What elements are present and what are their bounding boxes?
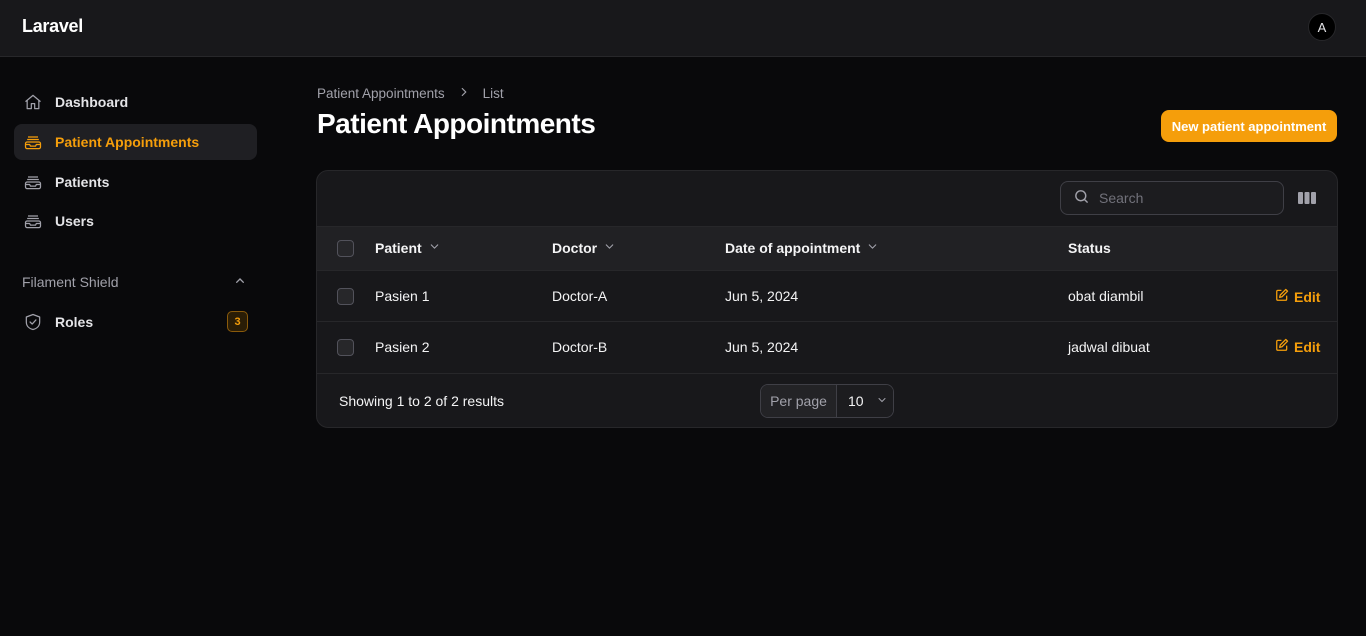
search-field[interactable] [1060,181,1284,215]
inbox-stack-icon [23,211,43,231]
doctor-cell: Doctor-A [552,288,608,304]
home-icon [23,92,43,112]
table-footer: Showing 1 to 2 of 2 results Per page 10 [317,373,1337,427]
edit-button[interactable]: Edit [1275,288,1320,305]
sidebar-item-roles[interactable]: Roles 3 [14,304,257,340]
pencil-square-icon [1275,288,1289,305]
doctor-cell: Doctor-B [552,339,608,355]
date-cell: Jun 5, 2024 [725,288,799,304]
edit-label: Edit [1294,288,1321,305]
pencil-square-icon [1275,338,1289,355]
inbox-stack-icon [23,172,43,192]
select-all-checkbox[interactable] [337,240,354,257]
column-header-label: Patient [375,240,422,256]
sidebar-group-label[interactable]: Filament Shield [22,274,119,290]
search-icon [1073,188,1090,208]
column-header-doctor[interactable]: Doctor [552,240,616,256]
page-title: Patient Appointments [317,108,596,139]
per-page-dropdown[interactable]: 10 [837,385,893,417]
table-row[interactable]: Pasien 2 Doctor-B Jun 5, 2024 jadwal dib… [317,321,1337,373]
table-header: Patient Doctor Date of appointment Statu… [317,226,1337,270]
date-cell: Jun 5, 2024 [725,339,799,355]
per-page-value: 10 [848,393,864,409]
chevron-down-icon [866,240,879,256]
columns-toggle-icon[interactable] [1297,189,1317,207]
column-header-label: Doctor [552,240,598,256]
appointments-table: Patient Doctor Date of appointment Statu… [316,170,1338,428]
breadcrumb: Patient Appointments List [317,85,504,102]
status-cell: jadwal dibuat [1068,339,1150,355]
shield-check-icon [23,312,43,332]
chevron-down-icon [876,393,888,409]
sidebar-item-label: Patients [55,174,110,190]
sidebar-item-patient-appointments[interactable]: Patient Appointments [14,124,257,160]
per-page-label: Per page [761,385,837,417]
search-input[interactable] [1099,190,1269,206]
breadcrumb-current: List [482,86,504,101]
row-checkbox[interactable] [337,288,354,305]
sidebar-item-users[interactable]: Users [14,203,257,239]
row-checkbox[interactable] [337,339,354,356]
sidebar-item-dashboard[interactable]: Dashboard [14,84,257,120]
chevron-down-icon [603,240,616,256]
status-cell: obat diambil [1068,288,1144,304]
chevron-up-icon[interactable] [232,273,248,289]
column-header-patient[interactable]: Patient [375,240,441,256]
chevron-down-icon [428,240,441,256]
new-patient-appointment-button[interactable]: New patient appointment [1161,110,1337,142]
sidebar-item-label: Patient Appointments [55,134,200,150]
sidebar-item-label: Roles [55,314,94,330]
chevron-right-icon [457,85,471,102]
breadcrumb-parent[interactable]: Patient Appointments [317,86,445,101]
topbar: Laravel A [0,0,1366,57]
results-summary: Showing 1 to 2 of 2 results [339,393,504,409]
sidebar-item-label: Dashboard [55,94,129,110]
user-avatar[interactable]: A [1308,13,1336,41]
sidebar-item-patients[interactable]: Patients [14,164,257,200]
patient-cell: Pasien 1 [375,288,430,304]
roles-count-badge: 3 [227,311,248,332]
patient-cell: Pasien 2 [375,339,430,355]
sidebar: Dashboard Patient Appointments Patients … [0,57,270,636]
column-header-label: Date of appointment [725,240,861,256]
edit-label: Edit [1294,338,1321,355]
column-header-date[interactable]: Date of appointment [725,240,879,256]
column-header-label: Status [1068,240,1111,256]
sidebar-item-label: Users [55,213,94,229]
per-page-select[interactable]: Per page 10 [760,384,894,418]
inbox-stack-icon [23,132,43,152]
edit-button[interactable]: Edit [1275,338,1320,355]
column-header-status: Status [1068,240,1111,256]
table-row[interactable]: Pasien 1 Doctor-A Jun 5, 2024 obat diamb… [317,270,1337,322]
brand-logo[interactable]: Laravel [22,16,83,37]
